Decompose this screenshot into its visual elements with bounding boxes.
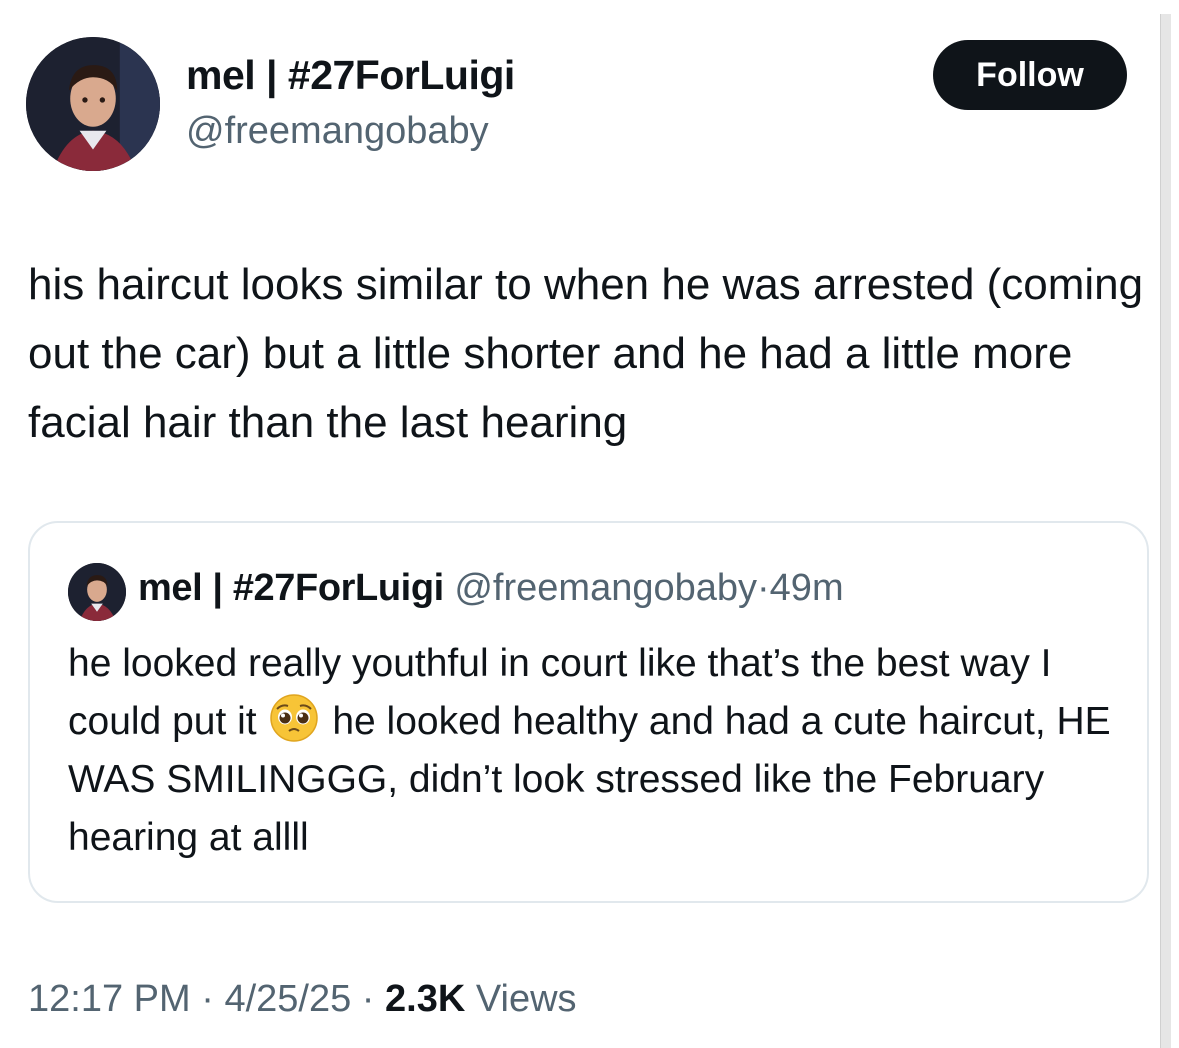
pleading-face-emoji-icon [270, 694, 319, 742]
avatar-image [26, 37, 160, 171]
author-name[interactable]: mel | #27ForLuigi [186, 52, 515, 99]
tweet-date[interactable]: 4/25/25 [224, 978, 351, 1020]
quote-time[interactable]: 49m [770, 567, 844, 609]
quote-text: he looked really youthful in court like … [68, 635, 1128, 867]
quoted-tweet[interactable]: mel | #27ForLuigi @freemangobaby·49m he … [28, 521, 1149, 903]
follow-button[interactable]: Follow [933, 40, 1127, 110]
meta-separator: · [361, 978, 375, 1020]
quote-author-name[interactable]: mel | #27ForLuigi [138, 567, 444, 609]
tweet-meta: 12:17 PM · 4/25/25 · 2.3K Views [28, 978, 577, 1021]
tweet-time[interactable]: 12:17 PM [28, 978, 191, 1020]
quote-avatar[interactable] [68, 563, 126, 621]
scrollbar[interactable] [1160, 14, 1171, 1048]
author-handle[interactable]: @freemangobaby [186, 110, 489, 153]
tweet-text: his haircut looks similar to when he was… [28, 260, 1144, 447]
views-label: Views [475, 978, 577, 1020]
quote-avatar-image [68, 563, 126, 621]
quote-header: mel | #27ForLuigi @freemangobaby·49m [138, 567, 844, 610]
avatar[interactable] [26, 37, 160, 171]
quote-separator: · [757, 567, 770, 609]
meta-separator: · [201, 978, 214, 1020]
quote-author-handle[interactable]: @freemangobaby [454, 567, 757, 609]
views-count: 2.3K [385, 978, 466, 1020]
